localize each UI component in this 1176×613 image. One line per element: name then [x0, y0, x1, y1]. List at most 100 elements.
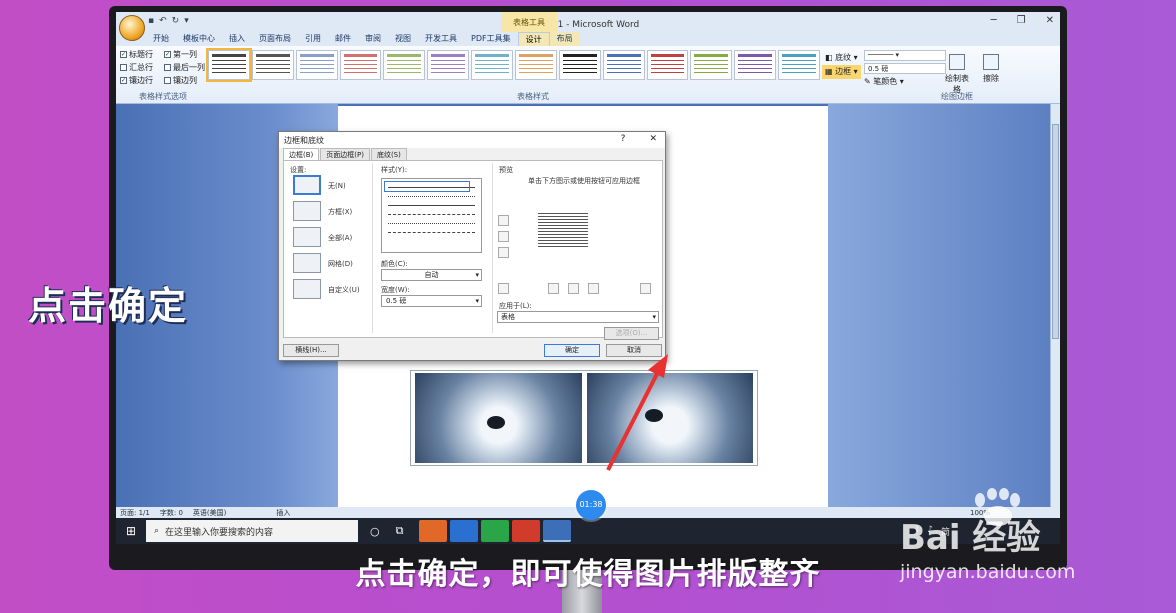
setting-4-label[interactable]: 自定义(U) [328, 285, 360, 295]
checkbox-icon[interactable]: ✓ [120, 77, 127, 84]
preview-diag-up-button[interactable] [498, 283, 509, 294]
style-option-1[interactable]: ✓ 第一列 [164, 48, 206, 61]
image-table[interactable] [410, 370, 758, 466]
status-language[interactable]: 英语(美国) [193, 508, 226, 518]
slide-headline: 点击确定 [28, 284, 189, 328]
table-style-swatch-3[interactable] [339, 50, 382, 80]
tab-5[interactable]: 邮件 [328, 32, 358, 46]
line-weight-select[interactable]: 0.5 磅 [864, 63, 946, 74]
dialog-close-icon[interactable]: ✕ [649, 134, 657, 144]
preview-diag-down-button[interactable] [640, 283, 651, 294]
preview-top-border-button[interactable] [498, 215, 509, 226]
minimize-icon[interactable]: ─ [991, 15, 997, 26]
taskbar-wps-icon[interactable] [512, 520, 541, 542]
tab-0[interactable]: 开始 [146, 32, 176, 46]
windows-start-icon[interactable]: ⊞ [116, 524, 146, 538]
setting-2-icon[interactable] [293, 227, 321, 247]
dialog-tab-1[interactable]: 页面边框(P) [320, 148, 370, 160]
ok-button[interactable]: 确定 [544, 344, 600, 357]
table-style-swatch-11[interactable] [690, 50, 733, 80]
taskbar-edge-icon[interactable] [450, 520, 479, 542]
preview-left-border-button[interactable] [548, 283, 559, 294]
setting-4-icon[interactable] [293, 279, 321, 299]
tab-4[interactable]: 引用 [298, 32, 328, 46]
draw-table-button[interactable]: 绘制表格 [942, 54, 972, 95]
tab-10[interactable]: 设计 [517, 32, 550, 46]
style-option-5[interactable]: 镶边列 [164, 74, 206, 87]
task-view-icon[interactable]: ⧉ [396, 524, 404, 538]
table-style-swatch-13[interactable] [778, 50, 821, 80]
checkbox-icon[interactable] [120, 64, 127, 71]
checkbox-icon[interactable] [164, 64, 171, 71]
taskbar-wechat-icon[interactable] [481, 520, 510, 542]
tab-3[interactable]: 页面布局 [252, 32, 298, 46]
preview-inside-v-border-button[interactable] [568, 283, 579, 294]
line-style-select[interactable]: ────── ▾ [864, 50, 946, 61]
preview-bottom-border-button[interactable] [498, 247, 509, 258]
style-option-3[interactable]: 最后一列 [164, 61, 206, 74]
tab-1[interactable]: 模板中心 [176, 32, 222, 46]
options-button[interactable]: 选项(O)... [604, 327, 659, 340]
table-style-swatch-1[interactable] [251, 50, 294, 80]
table-style-swatch-9[interactable] [602, 50, 645, 80]
setting-0-icon[interactable] [293, 175, 321, 195]
table-style-swatch-7[interactable] [515, 50, 557, 80]
color-select[interactable]: 自动 [381, 269, 482, 281]
table-style-swatch-6[interactable] [471, 50, 514, 80]
border-preview[interactable] [538, 211, 588, 247]
tab-6[interactable]: 审阅 [358, 32, 388, 46]
checkbox-icon[interactable]: ✓ [120, 51, 127, 58]
dialog-tab-2[interactable]: 底纹(S) [370, 148, 407, 160]
preview-inside-h-border-button[interactable] [498, 231, 509, 242]
setting-2-label[interactable]: 全部(A) [328, 233, 352, 243]
shading-button[interactable]: ◧ 底纹 ▾ [822, 51, 861, 65]
status-mode[interactable]: 插入 [276, 508, 290, 518]
pen-color-button[interactable]: ✎ 笔颜色 ▾ [864, 76, 946, 87]
checkbox-icon[interactable]: ✓ [164, 51, 171, 58]
window-controls: ─ ❐ ✕ [991, 15, 1054, 26]
setting-1-icon[interactable] [293, 201, 321, 221]
office-button[interactable] [119, 15, 145, 41]
tab-2[interactable]: 插入 [222, 32, 252, 46]
dialog-tab-0[interactable]: 边框(B) [283, 148, 320, 160]
cortana-icon[interactable]: ○ [370, 525, 380, 538]
style-option-2[interactable]: 汇总行 [120, 61, 162, 74]
eraser-button[interactable]: 擦除 [976, 54, 1006, 84]
table-style-swatch-4[interactable] [383, 50, 426, 80]
dog-photo-right[interactable] [586, 373, 753, 463]
tab-9[interactable]: PDF工具集 [464, 32, 518, 46]
tab-8[interactable]: 开发工具 [418, 32, 464, 46]
table-style-swatch-2[interactable] [295, 50, 338, 80]
vertical-scrollbar[interactable] [1050, 104, 1060, 518]
table-style-swatch-8[interactable] [558, 50, 601, 80]
taskbar-app-icon[interactable] [419, 520, 448, 542]
table-style-swatch-5[interactable] [427, 50, 470, 80]
dog-photo-left[interactable] [415, 373, 582, 463]
apply-to-select[interactable]: 表格 [497, 311, 659, 323]
tab-7[interactable]: 视图 [388, 32, 418, 46]
style-option-0[interactable]: ✓ 标题行 [120, 48, 162, 61]
table-style-swatch-12[interactable] [734, 50, 777, 80]
table-style-swatch-0[interactable] [206, 48, 252, 82]
taskbar-word-icon[interactable] [543, 520, 572, 542]
setting-0-label[interactable]: 无(N) [328, 181, 346, 191]
preview-right-border-button[interactable] [588, 283, 599, 294]
close-icon[interactable]: ✕ [1046, 15, 1054, 26]
taskbar-search-box[interactable]: ⌕ 在这里输入你要搜索的内容 [146, 520, 358, 542]
scrollbar-thumb[interactable] [1052, 124, 1059, 339]
cancel-button[interactable]: 取消 [606, 344, 662, 357]
style-selected-row[interactable] [384, 181, 470, 192]
tab-11[interactable]: 布局 [549, 32, 580, 46]
checkbox-icon[interactable] [164, 77, 171, 84]
table-style-swatch-10[interactable] [646, 50, 689, 80]
border-style-list[interactable] [381, 178, 482, 253]
width-select[interactable]: 0.5 磅 [381, 295, 482, 307]
setting-1-label[interactable]: 方框(X) [328, 207, 352, 217]
dialog-help-button[interactable]: ? [621, 134, 626, 144]
setting-3-label[interactable]: 网格(D) [328, 259, 353, 269]
setting-3-icon[interactable] [293, 253, 321, 273]
horizontal-line-button[interactable]: 横线(H)... [283, 344, 339, 357]
borders-button[interactable]: ▦ 边框 ▾ [822, 65, 861, 79]
style-option-4[interactable]: ✓ 镶边行 [120, 74, 162, 87]
restore-icon[interactable]: ❐ [1017, 15, 1026, 26]
